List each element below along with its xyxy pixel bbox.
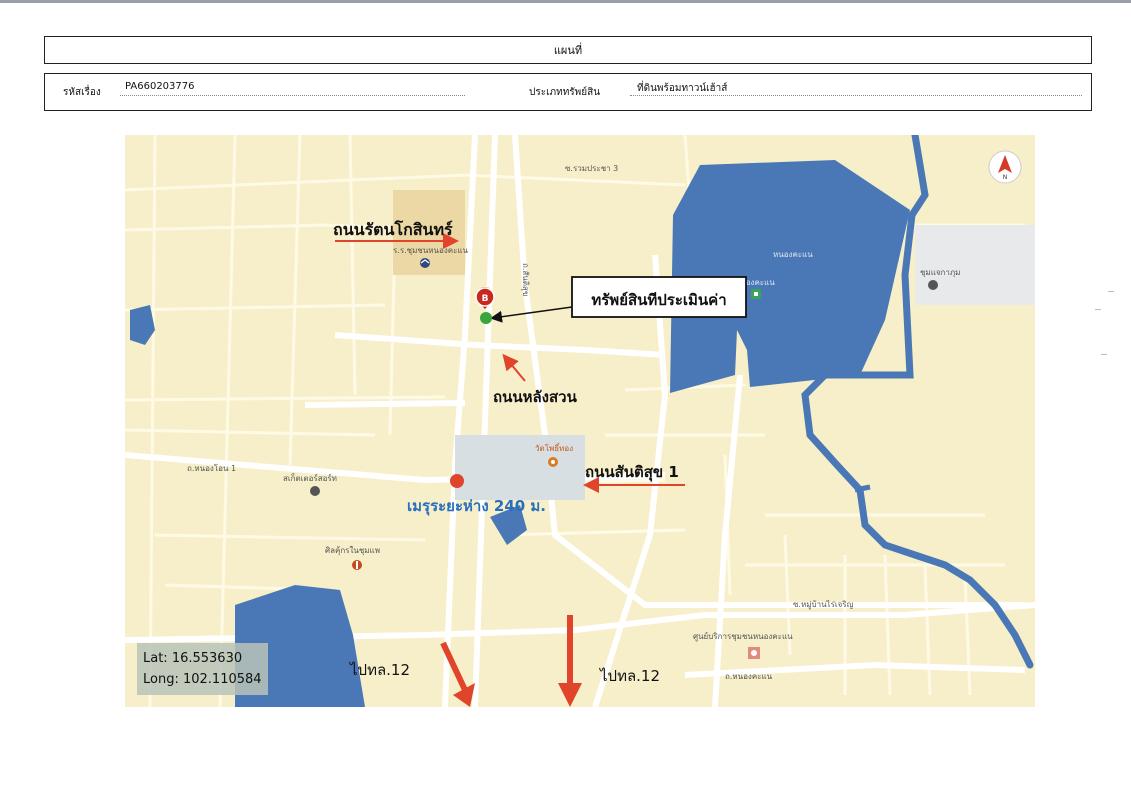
label-lake: หนองคะแน [773,250,813,259]
margin-mark [1095,309,1101,310]
church-icon [352,560,362,570]
type-value: ที่ดินพร้อมทาวน์เฮ้าส์ [637,83,728,94]
margin-mark [1101,354,1107,355]
label-road-top: ซ.รวมประชา 3 [565,164,618,173]
label-church: ศิลคุ้กรในชุมแพ [325,546,380,555]
label-temple: วัดโพธิ์ทอง [535,442,573,453]
poi-right-icon [928,280,938,290]
case-underline [120,95,465,96]
compass-icon: N [988,150,1022,184]
longitude: Long: 102.110584 [143,672,262,687]
page-title-box: แผนที่ [44,36,1092,64]
label-lang-suan: ถนนหลังสวน [493,388,578,406]
case-label: รหัสเรื่อง [63,87,101,98]
market-icon [751,289,761,299]
location-map[interactable]: N ซ.รวมประชา 3 ร.ร.ชุมชนหนองคะแน ถ.สันติ… [125,135,1035,707]
type-underline [630,95,1082,96]
label-santisuk: ถนนสันติสุข 1 [585,463,679,482]
label-rattanakosin: ถนนรัตนโกสินทร์ [333,219,453,239]
top-rule [0,0,1131,3]
label-road-left: ถ.หนองโอน 1 [187,463,236,473]
page-title: แผนที่ [553,44,583,57]
poi-left-icon [310,486,320,496]
market-block [915,225,1035,305]
info-row: รหัสเรื่อง PA660203776 ประเภททรัพย์สิน ท… [44,73,1092,111]
label-poi-right: ชุมแจกาภุม [920,268,960,277]
label-poi-left: สเก็ตเตอร์สอร์ท [283,473,337,483]
label-road-bottom: ถ.หนองคะแน [725,672,773,681]
label-road-vertical: ถ.สันติสุข [521,263,530,296]
callout-text: ทรัพย์สินทีประเมินค่า [591,291,726,309]
type-label: ประเภททรัพย์สิน [529,87,601,98]
temple-icon [548,457,558,467]
latitude: Lat: 16.553630 [143,651,243,666]
property-callout: ทรัพย์สินทีประเมินค่า [571,276,747,318]
coordinates-box: Lat: 16.553630 Long: 102.110584 [137,643,268,695]
case-value: PA660203776 [125,81,195,92]
label-distance: เมรุระยะห่าง 240 ม. [407,497,546,516]
label-health-center: ศูนย์บริการชุมชนหนองคะแน [693,631,793,642]
label-school: ร.ร.ชุมชนหนองคะแน [393,246,469,255]
health-center-icon [748,647,760,659]
margin-mark [1108,291,1114,292]
property-location-dot [480,312,492,324]
river-spur [854,484,871,493]
label-to-road-right: ไปทล.12 [599,667,660,685]
crematorium-dot [450,474,464,488]
school-icon [420,258,430,268]
label-road-bottom-right: ซ.หมู่บ้านไร่เจริญ [793,600,854,610]
marker-letter: B [482,294,489,304]
compass-letter: N [1003,174,1008,181]
label-to-road-left: ไปทล.12 [349,661,410,679]
